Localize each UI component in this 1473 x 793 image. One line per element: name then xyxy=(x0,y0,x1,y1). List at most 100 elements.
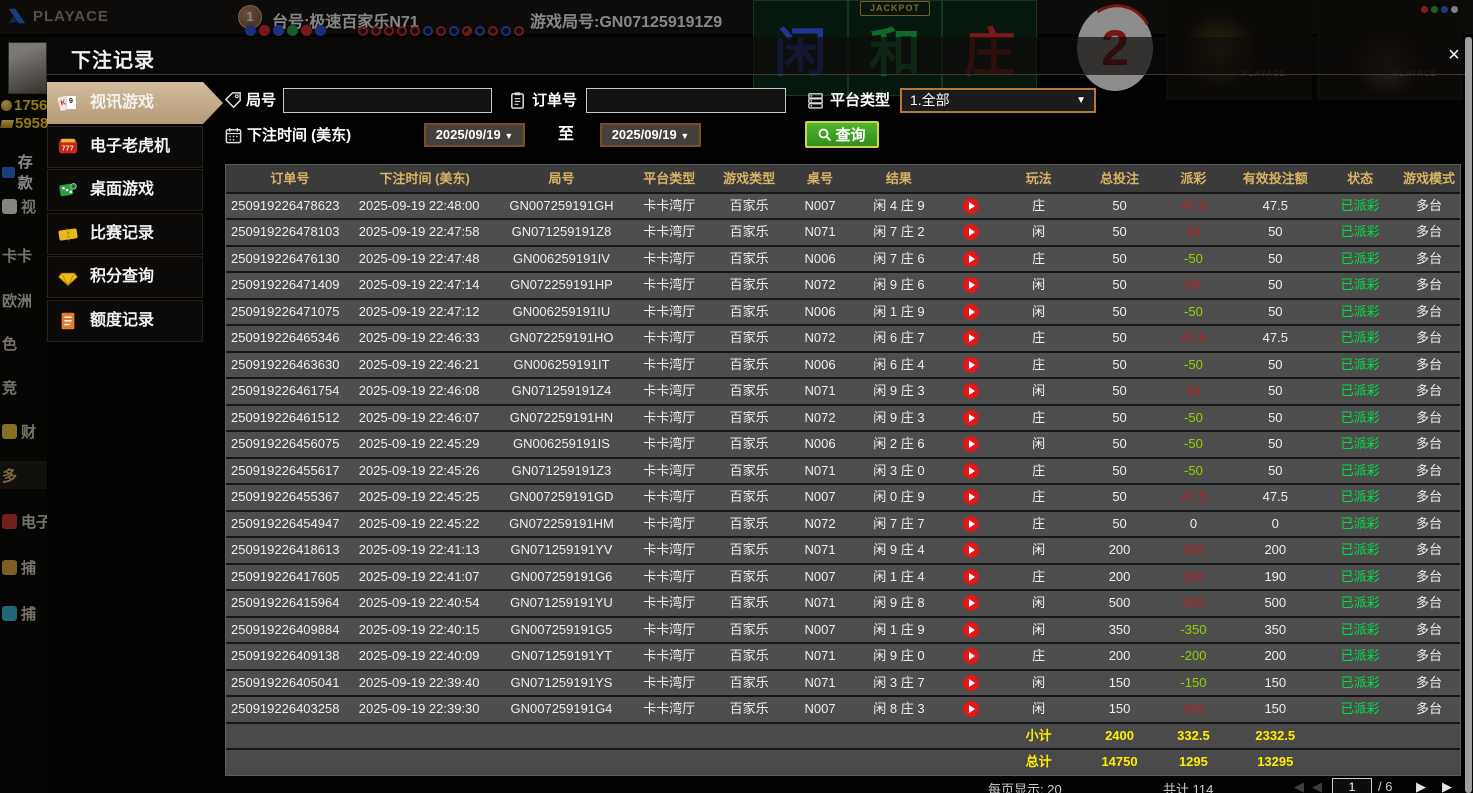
replay-button[interactable] xyxy=(963,330,979,346)
sidebar-item-match-records[interactable]: 比赛记录 xyxy=(47,213,203,255)
modal-scrollbar[interactable] xyxy=(1465,37,1472,793)
cell-order: 250919226471075 xyxy=(226,300,354,325)
total-row: 总计 14750 1295 13295 xyxy=(226,750,1460,775)
cell-game: 百家乐 xyxy=(711,220,787,245)
cell-time: 2025-09-19 22:41:07 xyxy=(354,565,496,590)
cell-table: N007 xyxy=(787,485,853,510)
per-page-label: 每页显示: 20 xyxy=(988,779,1062,793)
cell-platform: 卡卡湾厅 xyxy=(627,644,711,669)
sidebar-item-table-games[interactable]: 桌面游戏 xyxy=(47,169,203,211)
cell-round: GN007259191G4 xyxy=(496,697,628,722)
cell-result: 闲 8 庄 3 xyxy=(853,697,945,722)
sidebar-item-quota-records[interactable]: 额度记录 xyxy=(47,300,203,342)
replay-button[interactable] xyxy=(963,224,979,240)
replay-button[interactable] xyxy=(963,304,979,320)
cell-time: 2025-09-19 22:45:22 xyxy=(354,512,496,537)
replay-button[interactable] xyxy=(963,701,979,717)
replay-button[interactable] xyxy=(963,595,979,611)
replay-button[interactable] xyxy=(963,198,979,214)
table-row: 2509192264549472025-09-19 22:45:22GN0722… xyxy=(226,512,1460,537)
prev-page-button[interactable]: ◀ xyxy=(1312,779,1322,793)
replay-button[interactable] xyxy=(963,463,979,479)
cell-status: 已派彩 xyxy=(1322,300,1398,325)
sidebar-item-label: 电子老虎机 xyxy=(90,126,170,168)
cell-payout: -50 xyxy=(1158,459,1228,484)
page-of-label: / 6 xyxy=(1378,779,1392,793)
round-filter-input[interactable] xyxy=(283,88,492,113)
cell-bet: 50 xyxy=(1081,432,1159,457)
replay-button[interactable] xyxy=(963,516,979,532)
first-page-button[interactable]: ◀ xyxy=(1294,779,1304,793)
ticket-icon xyxy=(57,223,79,245)
cell-valid: 50 xyxy=(1228,406,1322,431)
cell-bet: 350 xyxy=(1081,618,1159,643)
sidebar-item-points-query[interactable]: 积分查询 xyxy=(47,256,203,298)
cell-result: 闲 1 庄 9 xyxy=(853,618,945,643)
replay-button[interactable] xyxy=(963,277,979,293)
last-page-button[interactable]: ▶ xyxy=(1442,779,1452,793)
sidebar-item-slots[interactable]: 777 电子老虎机 xyxy=(47,126,203,168)
cell-round: GN072259191HN xyxy=(496,406,628,431)
cell-replay xyxy=(945,485,997,510)
sidebar-item-video-games[interactable]: K9 视讯游戏 xyxy=(47,82,223,124)
replay-button[interactable] xyxy=(963,569,979,585)
cell-platform: 卡卡湾厅 xyxy=(627,671,711,696)
replay-button[interactable] xyxy=(963,648,979,664)
replay-button[interactable] xyxy=(963,383,979,399)
table-row: 2509192264714092025-09-19 22:47:14GN0722… xyxy=(226,273,1460,298)
cell-payout: 0 xyxy=(1158,512,1228,537)
cell-round: GN071259191YS xyxy=(496,671,628,696)
date-to-picker[interactable]: 2025/09/19 ▼ xyxy=(600,123,701,147)
cell-payout: 150 xyxy=(1158,697,1228,722)
diamond-icon xyxy=(57,266,79,288)
replay-button[interactable] xyxy=(963,251,979,267)
replay-button[interactable] xyxy=(963,357,979,373)
replay-button[interactable] xyxy=(963,542,979,558)
replay-button[interactable] xyxy=(963,675,979,691)
cell-result: 闲 9 庄 4 xyxy=(853,538,945,563)
cell-time: 2025-09-19 22:46:21 xyxy=(354,353,496,378)
cell-result: 闲 9 庄 6 xyxy=(853,273,945,298)
table-row: 2509192264617542025-09-19 22:46:08GN0712… xyxy=(226,379,1460,404)
col-total-bet: 总投注 xyxy=(1081,165,1159,192)
cell-payout: 200 xyxy=(1158,538,1228,563)
order-filter-input[interactable] xyxy=(586,88,786,113)
cell-mode: 多台 xyxy=(1398,671,1460,696)
cell-valid: 50 xyxy=(1228,247,1322,272)
cell-status: 已派彩 xyxy=(1322,459,1398,484)
replay-button[interactable] xyxy=(963,436,979,452)
close-icon[interactable]: × xyxy=(1441,42,1467,68)
cell-round: GN072259191HO xyxy=(496,326,628,351)
cell-table: N006 xyxy=(787,300,853,325)
cell-order: 250919226478623 xyxy=(226,194,354,219)
search-button[interactable]: 查询 xyxy=(805,121,879,148)
cell-time: 2025-09-19 22:40:09 xyxy=(354,644,496,669)
cell-mode: 多台 xyxy=(1398,512,1460,537)
cell-round: GN071259191YV xyxy=(496,538,628,563)
cell-valid: 50 xyxy=(1228,273,1322,298)
subtotal-payout: 332.5 xyxy=(1158,724,1228,749)
cell-table: N006 xyxy=(787,247,853,272)
cell-platform: 卡卡湾厅 xyxy=(627,300,711,325)
cell-table: N007 xyxy=(787,697,853,722)
cell-status: 已派彩 xyxy=(1322,565,1398,590)
next-page-button[interactable]: ▶ xyxy=(1416,779,1426,793)
replay-button[interactable] xyxy=(963,622,979,638)
cell-play: 闲 xyxy=(997,300,1081,325)
cell-time: 2025-09-19 22:46:08 xyxy=(354,379,496,404)
cell-round: GN007259191GH xyxy=(496,194,628,219)
cell-payout: 50 xyxy=(1158,273,1228,298)
platform-select[interactable]: 1.全部▼ xyxy=(900,88,1096,113)
cell-round: GN072259191HP xyxy=(496,273,628,298)
cell-bet: 150 xyxy=(1081,671,1159,696)
page-number-input[interactable]: 1 xyxy=(1332,778,1372,793)
sidebar-item-label: 积分查询 xyxy=(90,256,154,298)
cell-status: 已派彩 xyxy=(1322,618,1398,643)
cell-order: 250919226471409 xyxy=(226,273,354,298)
date-to-label: 至 xyxy=(558,122,574,148)
date-from-picker[interactable]: 2025/09/19 ▼ xyxy=(424,123,525,147)
platform-select-value: 1.全部 xyxy=(910,92,950,108)
replay-button[interactable] xyxy=(963,489,979,505)
cell-valid: 47.5 xyxy=(1228,326,1322,351)
replay-button[interactable] xyxy=(963,410,979,426)
